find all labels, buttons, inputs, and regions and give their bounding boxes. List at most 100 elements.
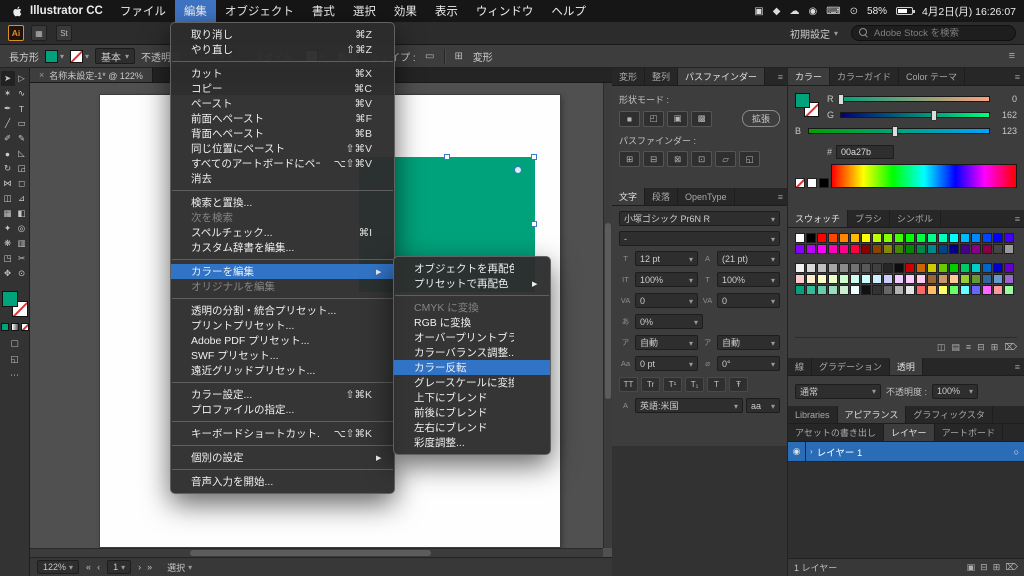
control-panel-menu-icon[interactable]: ≡ bbox=[1009, 50, 1015, 62]
swatch[interactable] bbox=[927, 233, 937, 243]
swatch[interactable] bbox=[817, 233, 827, 243]
swatch[interactable] bbox=[795, 263, 805, 273]
swatch[interactable] bbox=[971, 244, 981, 254]
edit-menu-item[interactable]: 取り消し ⌘Z bbox=[171, 27, 394, 42]
swatch[interactable] bbox=[971, 263, 981, 273]
fill-swatch[interactable] bbox=[2, 291, 18, 307]
char-rotation-dropdown[interactable]: 0° bbox=[717, 356, 780, 371]
swatch[interactable] bbox=[806, 263, 816, 273]
submenu-item[interactable]: 彩度調整... bbox=[394, 435, 550, 450]
first-artboard-button[interactable]: « bbox=[86, 562, 91, 572]
layer-name[interactable]: レイヤー 1 bbox=[817, 445, 1010, 459]
stroke-color-control[interactable] bbox=[70, 50, 89, 63]
channel-value[interactable]: 123 bbox=[995, 126, 1017, 136]
panel-tab[interactable]: シンボル bbox=[890, 210, 941, 227]
menubar-item[interactable]: 効果 bbox=[385, 0, 426, 22]
swatch[interactable] bbox=[861, 233, 871, 243]
swatch[interactable] bbox=[982, 263, 992, 273]
stock-search-box[interactable] bbox=[851, 25, 1016, 41]
artboard-tool[interactable]: ◳ bbox=[1, 251, 15, 266]
edit-toolbar-icon[interactable]: ⋯ bbox=[10, 370, 19, 381]
swatch[interactable] bbox=[993, 244, 1003, 254]
swatch[interactable] bbox=[938, 274, 948, 284]
edit-menu-item[interactable]: 音声入力を開始... bbox=[171, 474, 394, 489]
tsume-dropdown[interactable]: 0% bbox=[635, 314, 703, 329]
panel-tab[interactable]: レイヤー bbox=[884, 424, 935, 441]
submenu-item[interactable]: カラー反転 bbox=[394, 360, 550, 375]
swatch[interactable] bbox=[905, 263, 915, 273]
type-tool[interactable]: T bbox=[15, 101, 29, 116]
delete-swatch-icon[interactable]: ⌦ bbox=[1004, 342, 1017, 353]
submenu-item[interactable]: プリセットで再配色 bbox=[394, 276, 550, 291]
black-swatch[interactable] bbox=[819, 178, 829, 188]
swatch[interactable] bbox=[894, 285, 904, 295]
panel-tab[interactable]: Libraries bbox=[788, 406, 838, 423]
expand-button[interactable]: 拡張 bbox=[742, 110, 780, 127]
none-swatch[interactable] bbox=[795, 178, 805, 188]
color-spectrum[interactable] bbox=[831, 164, 1017, 188]
scrollbar-thumb[interactable] bbox=[605, 223, 611, 400]
panel-tab[interactable]: Color テーマ bbox=[899, 68, 965, 85]
edit-menu-item[interactable]: SWF プリセット... bbox=[171, 348, 394, 363]
last-artboard-button[interactable]: » bbox=[147, 562, 152, 572]
edit-menu-item[interactable]: 透明の分割・統合プリセット... bbox=[171, 303, 394, 318]
panel-menu-icon[interactable]: ≡ bbox=[778, 188, 783, 205]
swatch[interactable] bbox=[949, 274, 959, 284]
new-layer-icon[interactable]: ⊞ bbox=[993, 562, 1001, 573]
zoom-tool[interactable]: ⊙ bbox=[15, 266, 29, 281]
edit-menu-item[interactable] bbox=[171, 186, 394, 195]
swatch[interactable] bbox=[982, 274, 992, 284]
swatch-libraries-icon[interactable]: ◫ bbox=[937, 342, 946, 353]
channel-value[interactable]: 162 bbox=[995, 110, 1017, 120]
swatch[interactable] bbox=[971, 285, 981, 295]
submenu-item[interactable]: カラーバランス調整... bbox=[394, 345, 550, 360]
panel-tab[interactable]: グラデーション bbox=[812, 358, 890, 375]
swatch[interactable] bbox=[817, 274, 827, 284]
swatch[interactable] bbox=[883, 233, 893, 243]
show-kinds-icon[interactable]: ▤ bbox=[951, 342, 960, 353]
fill-stroke-indicator[interactable] bbox=[2, 291, 28, 317]
panel-menu-icon[interactable]: ≡ bbox=[1015, 68, 1020, 85]
selection-handle[interactable] bbox=[531, 221, 537, 227]
swatch[interactable] bbox=[872, 263, 882, 273]
swatch[interactable] bbox=[916, 233, 926, 243]
swatch[interactable] bbox=[960, 244, 970, 254]
swatch[interactable] bbox=[982, 244, 992, 254]
swatch[interactable] bbox=[993, 233, 1003, 243]
layer-row[interactable]: ◉ › レイヤー 1 ○ bbox=[788, 442, 1024, 462]
panel-tab[interactable]: カラーガイド bbox=[830, 68, 899, 85]
submenu-item[interactable]: 前後にブレンド bbox=[394, 405, 550, 420]
aki-right-dropdown[interactable]: 自動 bbox=[717, 335, 780, 350]
workspace-switcher[interactable]: 初期設定 bbox=[784, 24, 844, 43]
eyedropper-tool[interactable]: ✦ bbox=[1, 221, 15, 236]
swatch[interactable] bbox=[916, 274, 926, 284]
edit-menu-item[interactable]: 遠近グリッドプリセット... bbox=[171, 363, 394, 378]
new-swatch-icon[interactable]: ⊞ bbox=[991, 342, 999, 353]
zoom-level-dropdown[interactable]: 122% bbox=[37, 560, 79, 574]
edit-menu-item[interactable] bbox=[171, 465, 394, 474]
swatch[interactable] bbox=[949, 233, 959, 243]
line-segment-tool[interactable]: ╱ bbox=[1, 116, 15, 131]
brush-definition-dropdown[interactable]: 基本 bbox=[95, 48, 135, 64]
panel-tab[interactable]: 線 bbox=[788, 358, 812, 375]
swatch[interactable] bbox=[839, 233, 849, 243]
swatch[interactable] bbox=[883, 263, 893, 273]
menubar-item[interactable]: 書式 bbox=[303, 0, 344, 22]
expand-chevron-icon[interactable]: › bbox=[810, 447, 813, 456]
pencil-tool[interactable]: ✎ bbox=[15, 131, 29, 146]
panel-tab[interactable]: アピアランス bbox=[838, 406, 907, 423]
app-menu-title[interactable]: Illustrator CC bbox=[26, 5, 111, 17]
panel-tab[interactable]: カラー bbox=[788, 68, 830, 85]
blend-mode-dropdown[interactable]: 通常 bbox=[795, 384, 881, 399]
swatch[interactable] bbox=[795, 244, 805, 254]
swatch[interactable] bbox=[861, 285, 871, 295]
submenu-item[interactable]: CMYK に変換 bbox=[394, 300, 550, 315]
swatch[interactable] bbox=[1004, 263, 1014, 273]
swatch[interactable] bbox=[1004, 233, 1014, 243]
edit-menu-item[interactable]: カラーを編集 bbox=[171, 264, 394, 279]
selection-handle[interactable] bbox=[444, 154, 450, 160]
swatch[interactable] bbox=[883, 285, 893, 295]
divide-button[interactable]: ⊞ bbox=[619, 151, 640, 167]
none-mode-button[interactable] bbox=[21, 323, 29, 331]
edit-menu-item[interactable]: ペースト ⌘V bbox=[171, 96, 394, 111]
